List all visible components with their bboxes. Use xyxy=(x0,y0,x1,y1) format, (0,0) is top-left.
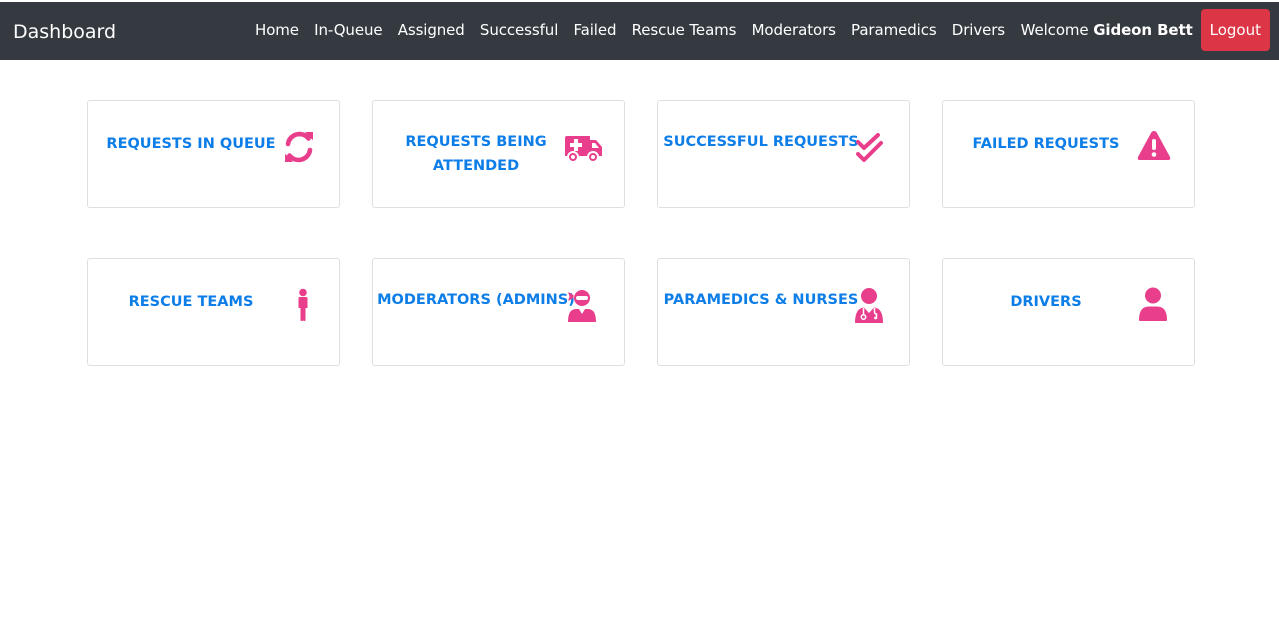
nav-link-assigned[interactable]: Assigned xyxy=(390,20,472,40)
sync-icon xyxy=(279,127,319,167)
nav-link-in-queue[interactable]: In-Queue xyxy=(307,20,391,40)
warning-triangle-icon xyxy=(1134,127,1174,167)
top-navbar: Dashboard Home In-Queue Assigned Success… xyxy=(0,2,1279,60)
card-label: MODERATORS (ADMINS) xyxy=(377,292,575,308)
user-ninja-icon xyxy=(564,285,604,325)
nav-link-home[interactable]: Home xyxy=(247,20,306,40)
card-requests-in-queue[interactable]: REQUESTS IN QUEUE xyxy=(87,100,340,208)
card-drivers[interactable]: DRIVERS xyxy=(942,258,1195,366)
card-label: FAILED REQUESTS xyxy=(972,136,1120,152)
double-check-icon xyxy=(849,127,889,167)
ambulance-icon xyxy=(564,127,604,167)
nav-link-moderators[interactable]: Moderators xyxy=(744,20,843,40)
card-label: PARAMEDICS & NURSES xyxy=(663,292,859,308)
card-rescue-teams[interactable]: RESCUE TEAMS xyxy=(87,258,340,366)
nav-link-paramedics[interactable]: Paramedics xyxy=(843,20,944,40)
nav-link-rescue-teams[interactable]: Rescue Teams xyxy=(624,20,744,40)
nav-link-drivers[interactable]: Drivers xyxy=(944,20,1012,40)
nav-links: Home In-Queue Assigned Successful Failed… xyxy=(247,9,1270,51)
card-label: SUCCESSFUL REQUESTS xyxy=(663,134,859,150)
user-name: Gideon Bett xyxy=(1093,21,1193,39)
user-doctor-icon xyxy=(849,285,889,325)
child-icon xyxy=(279,285,319,325)
welcome-prefix: Welcome xyxy=(1020,21,1089,39)
nav-link-successful[interactable]: Successful xyxy=(472,20,566,40)
card-label: REQUESTS BEING ATTENDED xyxy=(405,134,547,174)
navbar-brand[interactable]: Dashboard xyxy=(13,20,116,44)
card-successful-requests[interactable]: SUCCESSFUL REQUESTS xyxy=(657,100,910,208)
card-moderators[interactable]: MODERATORS (ADMINS) xyxy=(372,258,625,366)
card-requests-being-attended[interactable]: REQUESTS BEING ATTENDED xyxy=(372,100,625,208)
welcome-text: Welcome Gideon Bett xyxy=(1013,20,1201,40)
card-label: RESCUE TEAMS xyxy=(128,294,254,310)
logout-button[interactable]: Logout xyxy=(1200,9,1270,51)
user-icon xyxy=(1134,285,1174,325)
card-failed-requests[interactable]: FAILED REQUESTS xyxy=(942,100,1195,208)
card-label: REQUESTS IN QUEUE xyxy=(106,136,276,152)
card-label: DRIVERS xyxy=(1010,294,1082,310)
nav-link-failed[interactable]: Failed xyxy=(566,20,624,40)
card-paramedics-nurses[interactable]: PARAMEDICS & NURSES xyxy=(657,258,910,366)
